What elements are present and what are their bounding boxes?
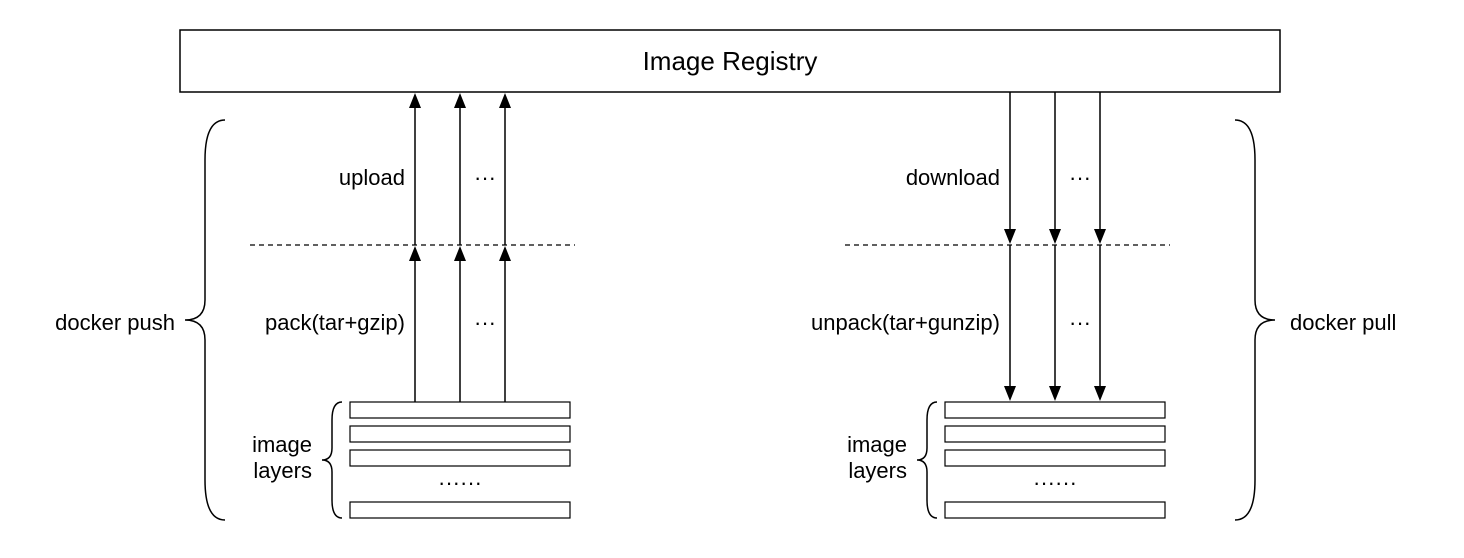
push-upload-ellipsis: ··· xyxy=(474,165,496,190)
pull-outer-brace xyxy=(1235,120,1275,520)
push-upload-label: upload xyxy=(339,165,405,190)
pull-layers-label-2: layers xyxy=(848,458,907,483)
push-outer-brace xyxy=(185,120,225,520)
pull-unpack-ellipsis: ··· xyxy=(1069,310,1091,335)
pull-unpack-label: unpack(tar+gunzip) xyxy=(811,310,1000,335)
diagram-root: Image Registry upload ··· pack(tar+gzip)… xyxy=(0,0,1464,558)
pull-layers-ellipsis: ······ xyxy=(1033,470,1077,495)
push-layers-brace xyxy=(322,402,342,518)
pull-outer-label: docker pull xyxy=(1290,310,1396,335)
push-layers-label-2: layers xyxy=(253,458,312,483)
push-layers-stack: ······ xyxy=(350,402,570,518)
pull-download-label: download xyxy=(906,165,1000,190)
push-pack-ellipsis: ··· xyxy=(474,310,496,335)
pull-layers-label-1: image xyxy=(847,432,907,457)
pull-download-ellipsis: ··· xyxy=(1069,165,1091,190)
registry-title: Image Registry xyxy=(643,46,818,76)
push-layers-label-1: image xyxy=(252,432,312,457)
pull-layers-brace xyxy=(917,402,937,518)
push-pack-label: pack(tar+gzip) xyxy=(265,310,405,335)
push-outer-label: docker push xyxy=(55,310,175,335)
pull-layers-stack: ······ xyxy=(945,402,1165,518)
push-layers-ellipsis: ······ xyxy=(438,470,482,495)
